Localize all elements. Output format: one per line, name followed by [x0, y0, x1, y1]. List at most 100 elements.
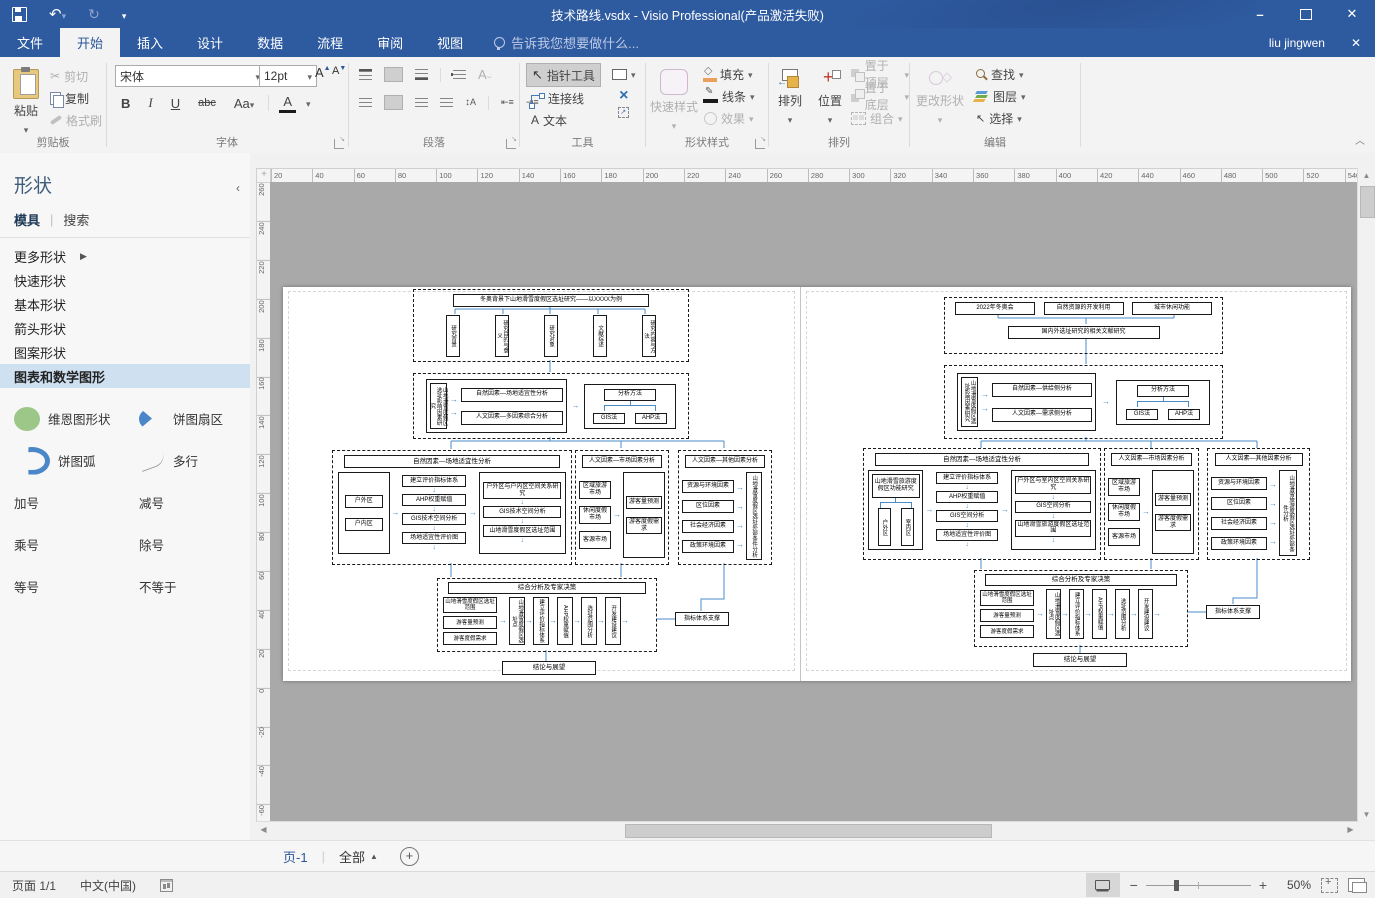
- method-box[interactable]: AHP法: [1168, 409, 1200, 420]
- analysis-step-box[interactable]: AHP权重赋值: [402, 494, 466, 506]
- decision-input-box[interactable]: 山地滑雪度假区选址范围: [980, 590, 1034, 606]
- vertical-scrollbar[interactable]: ▲ ▼: [1357, 168, 1375, 822]
- stencil-shape-item[interactable]: − 减号: [125, 486, 250, 519]
- connector-tool-button[interactable]: 连接线: [526, 87, 601, 109]
- align-bottom-icon[interactable]: [415, 69, 428, 80]
- tier4-container[interactable]: 综合分析及专家决策 山地滑雪度假区选址范围游客量预测游客度假需求 山地滑雪度假区…: [437, 578, 657, 652]
- zone-box[interactable]: 室内区: [901, 508, 914, 546]
- select-button[interactable]: 选择: [976, 107, 1026, 129]
- driver-box[interactable]: 城市休闲功能: [1132, 302, 1212, 315]
- result-box[interactable]: 户外区与户内区空间关系研究: [483, 482, 561, 499]
- decision-input-box[interactable]: 游客度假需求: [980, 625, 1034, 638]
- horizontal-scrollbar[interactable]: ◀ ▶: [256, 821, 1358, 838]
- market-output-box[interactable]: 游客度假需求: [626, 517, 662, 534]
- stencil-shape-item[interactable]: ✕ 乘号: [0, 528, 125, 561]
- result-box[interactable]: 户外区与室内区空间关系研究: [1015, 476, 1091, 493]
- support-box[interactable]: 指标体系支撑: [1206, 605, 1260, 619]
- decision-step-box[interactable]: 选址范围分析: [581, 597, 597, 645]
- support-box[interactable]: 指标体系支撑: [675, 612, 729, 626]
- decrease-indent-icon[interactable]: ⇤≡: [501, 97, 514, 108]
- side-topic-box[interactable]: 山地滑雪度假区选址影响因素研究: [961, 377, 978, 427]
- decision-step-box[interactable]: 开发建设建议: [1138, 589, 1153, 639]
- method-box[interactable]: GIS法: [1126, 409, 1158, 420]
- branch-box[interactable]: 研究内容与方法: [642, 315, 656, 357]
- position-button[interactable]: 位置: [813, 62, 847, 126]
- stencil-category[interactable]: 快速形状: [0, 268, 250, 292]
- bold-button[interactable]: B: [117, 94, 134, 113]
- factor-box[interactable]: 政策环境因素: [682, 540, 734, 553]
- ribbon-tab[interactable]: 数据: [240, 28, 300, 57]
- align-top-icon[interactable]: [359, 69, 372, 80]
- stencil-shape-item[interactable]: ÷ 除号: [125, 528, 250, 561]
- zoom-out-button[interactable]: −: [1130, 877, 1138, 893]
- redo-button[interactable]: [88, 6, 100, 23]
- ribbon-tab[interactable]: 开始: [60, 28, 120, 57]
- method-box[interactable]: GIS法: [593, 413, 625, 424]
- factor-box[interactable]: 社会经济因素: [1211, 517, 1267, 530]
- external-conditions-box[interactable]: 山地滑雪度假区选址外部条件分析: [746, 472, 762, 560]
- ribbon-tab[interactable]: 审阅: [360, 28, 420, 57]
- vertical-scroll-thumb[interactable]: [1360, 186, 1375, 218]
- grow-font-button[interactable]: A▲: [315, 65, 331, 80]
- shrink-font-button[interactable]: A▼: [332, 65, 346, 77]
- market-output-box[interactable]: 游客度假需求: [1155, 514, 1191, 531]
- zoom-in-button[interactable]: +: [1259, 877, 1267, 893]
- decision-step-box[interactable]: 选址范围分析: [1115, 589, 1130, 639]
- scroll-up-icon[interactable]: ▲: [1358, 168, 1375, 183]
- user-name[interactable]: liu jingwen: [1269, 36, 1325, 50]
- result-box[interactable]: 山地滑雪旅游度假区选址范围: [1015, 520, 1091, 537]
- literature-box[interactable]: 国内外选址研究的相关文献研究: [1008, 326, 1160, 339]
- layers-button[interactable]: 图层: [976, 85, 1026, 107]
- decision-input-box[interactable]: 山地滑雪度假区选址范围: [443, 597, 497, 613]
- clear-format-icon[interactable]: A⌣: [478, 67, 492, 82]
- branch-box[interactable]: 研究对象: [544, 315, 558, 357]
- ribbon-tab[interactable]: 插入: [120, 28, 180, 57]
- tier4-title[interactable]: 综合分析及专家决策: [985, 574, 1177, 586]
- find-button[interactable]: 查找: [976, 63, 1026, 85]
- font-color-caret[interactable]: [306, 96, 311, 110]
- decision-step-box[interactable]: 建立评价指标体系: [533, 597, 549, 645]
- factor-box[interactable]: 资源与环境因素: [1211, 477, 1267, 490]
- maximize-button[interactable]: [1283, 0, 1329, 28]
- tier3-natural-container[interactable]: 自然因素—场地适宜性分析 山地滑雪旅游度假区功能研究 户外区室内区 建: [863, 448, 1101, 560]
- analysis-step-box[interactable]: AHP权重赋值: [936, 491, 998, 503]
- decision-step-box[interactable]: 开发建设建议: [605, 597, 621, 645]
- language-status[interactable]: 中文(中国): [80, 877, 136, 894]
- justify-icon[interactable]: [440, 98, 453, 107]
- stencil-shape-item[interactable]: 多行: [125, 444, 250, 477]
- stencil-category[interactable]: 更多形状▶: [0, 244, 250, 268]
- insert-page-button[interactable]: +: [400, 847, 419, 866]
- tier3-natural-title[interactable]: 自然因素—场地适宜性分析: [344, 455, 560, 468]
- tier3-other-title[interactable]: 人文因素—其他因素分析: [1215, 453, 1303, 466]
- factor-box[interactable]: 资源与环境因素: [682, 480, 734, 493]
- align-middle-icon[interactable]: [384, 67, 403, 82]
- tier4-container[interactable]: 综合分析及专家决策 山地滑雪度假区选址范围游客量预测游客度假需求 山地滑雪度假区…: [974, 570, 1188, 647]
- ribbon-tab[interactable]: 流程: [300, 28, 360, 57]
- result-box[interactable]: GIS空间分析: [1015, 501, 1091, 513]
- decision-input-box[interactable]: 游客量预测: [443, 616, 497, 629]
- tier3-market-title[interactable]: 人文因素—市场因素分析: [1111, 453, 1192, 466]
- align-left-icon[interactable]: [359, 98, 372, 107]
- market-box[interactable]: 区域旅游市场: [1108, 478, 1140, 496]
- underline-button[interactable]: U: [167, 94, 184, 113]
- stencil-shape-item[interactable]: ≠ 不等于: [125, 570, 250, 603]
- factor-box[interactable]: 社会经济因素: [682, 520, 734, 533]
- stencil-shape-item[interactable]: + 加号: [0, 486, 125, 519]
- decision-input-box[interactable]: 游客量预测: [980, 609, 1034, 622]
- factor-box[interactable]: 区位因素: [1211, 497, 1267, 510]
- market-output-box[interactable]: 游客量预测: [1155, 493, 1191, 506]
- text-tool-button[interactable]: A文本: [526, 109, 601, 131]
- tier3-other-container[interactable]: 人文因素—其他因素分析 资源与环境因素区位因素社会经济因素政策环境因素 山地滑雪…: [1207, 448, 1310, 560]
- customize-quick-access-icon[interactable]: [122, 7, 127, 22]
- switch-windows-button[interactable]: [1348, 878, 1365, 892]
- conclusion-box[interactable]: 结论与展望: [1033, 653, 1127, 667]
- copy-button[interactable]: 复制: [50, 87, 102, 109]
- side-topic-box[interactable]: 山地滑雪度假区选址影响因素研究: [430, 383, 447, 429]
- driver-box[interactable]: 自然资源的开发利用: [1044, 302, 1124, 315]
- close-document-icon[interactable]: [1351, 36, 1361, 50]
- tier3-market-container[interactable]: 人文因素—市场因素分析 区域旅游市场休闲度假市场客源市场 游客量预测游客度假需求: [1104, 448, 1199, 560]
- horizontal-scroll-thumb[interactable]: [625, 824, 992, 838]
- save-icon[interactable]: [12, 7, 27, 22]
- market-box[interactable]: 区域旅游市场: [579, 481, 611, 499]
- scroll-down-icon[interactable]: ▼: [1358, 807, 1375, 822]
